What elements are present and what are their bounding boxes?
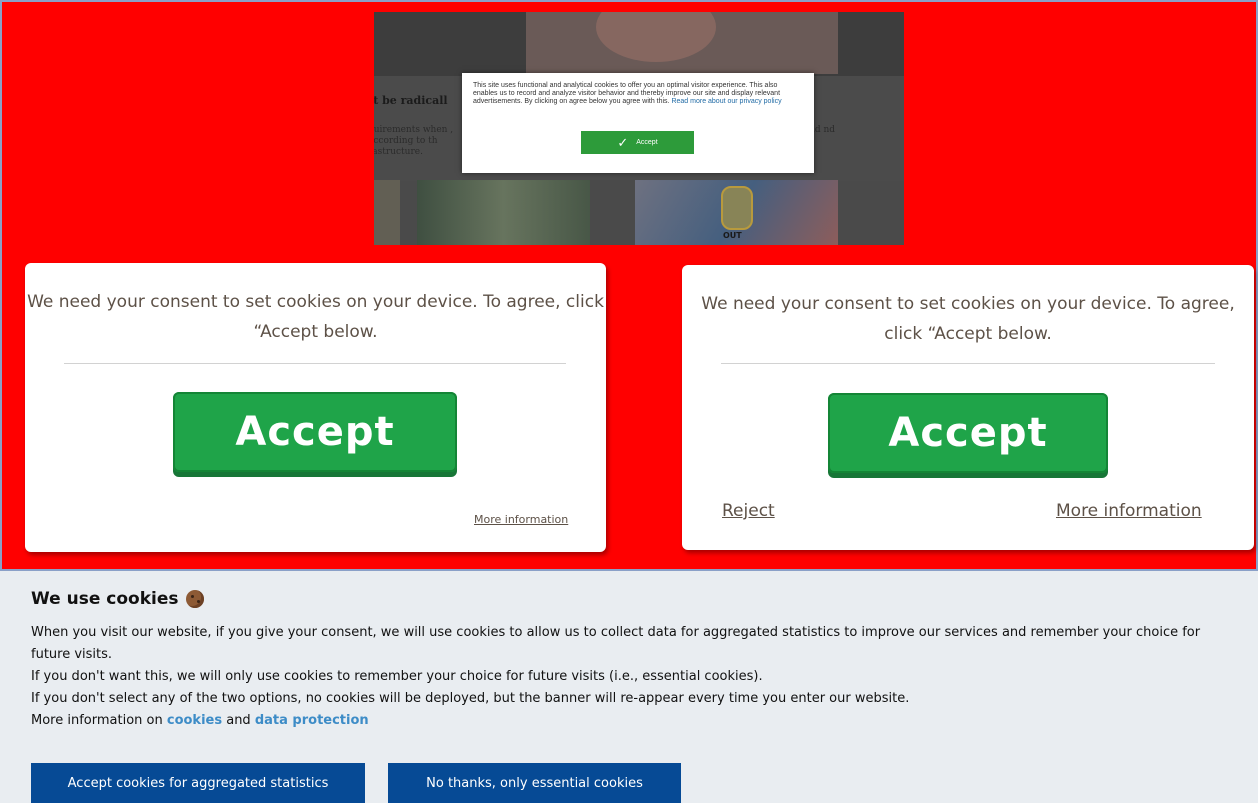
preview-sign-image — [721, 186, 753, 230]
consent-message: We need your consent to set cookies on y… — [701, 294, 1235, 344]
consent-message: We need your consent to set cookies on y… — [27, 292, 604, 342]
banner-line-3: If you don't select any of the two optio… — [31, 691, 910, 706]
divider — [64, 363, 566, 364]
preview-thumbnail — [374, 180, 400, 245]
right-consent-card: We need your consent to set cookies on y… — [682, 265, 1254, 550]
banner-title-text: We use cookies — [31, 589, 179, 609]
preview-photo — [526, 12, 838, 74]
cookies-link[interactable]: cookies — [167, 713, 222, 728]
reject-link[interactable]: Reject — [722, 501, 775, 521]
banner-line-1: When you visit our website, if you give … — [31, 625, 1201, 662]
preview-thumbnail — [417, 180, 590, 245]
more-info-prefix: More information on — [31, 713, 167, 728]
preview-modal-text: This site uses functional and analytical… — [473, 82, 801, 106]
preview-body-text: quirements when , according to th rastru… — [374, 125, 454, 157]
banner-line-2: If you don't want this, we will only use… — [31, 669, 763, 684]
embedded-website-screenshot: st be radicall quirements when , accordi… — [374, 12, 904, 245]
banner-title: We use cookies — [31, 589, 205, 609]
preview-accept-label: Accept — [636, 139, 658, 146]
preview-headline: st be radicall — [374, 94, 448, 107]
left-consent-card: We need your consent to set cookies on y… — [25, 263, 606, 552]
preview-right-text: ld nd — [812, 125, 836, 135]
banner-line-4: More information on cookies and data pro… — [31, 710, 1236, 732]
more-information-link[interactable]: More information — [1056, 501, 1202, 521]
preview-accept-button[interactable]: ✓ Accept — [581, 131, 694, 154]
essential-cookies-only-button[interactable]: No thanks, only essential cookies — [388, 763, 681, 803]
accept-statistics-cookies-button[interactable]: Accept cookies for aggregated statistics — [31, 763, 365, 803]
banner-text: When you visit our website, if you give … — [31, 622, 1236, 732]
accept-button[interactable]: Accept — [828, 393, 1108, 473]
preview-sign-text: OUT — [723, 231, 742, 240]
cookie-consent-banner: We use cookies When you visit our websit… — [0, 571, 1258, 803]
data-protection-link[interactable]: data protection — [255, 713, 369, 728]
more-info-middle: and — [222, 713, 255, 728]
divider — [721, 363, 1215, 364]
accept-button[interactable]: Accept — [173, 392, 457, 472]
preview-privacy-link[interactable]: Read more about our privacy policy — [671, 98, 781, 105]
cookie-icon — [186, 590, 205, 608]
preview-cookie-modal: This site uses functional and analytical… — [462, 73, 814, 173]
more-information-link[interactable]: More information — [474, 513, 568, 526]
check-icon: ✓ — [617, 135, 629, 150]
